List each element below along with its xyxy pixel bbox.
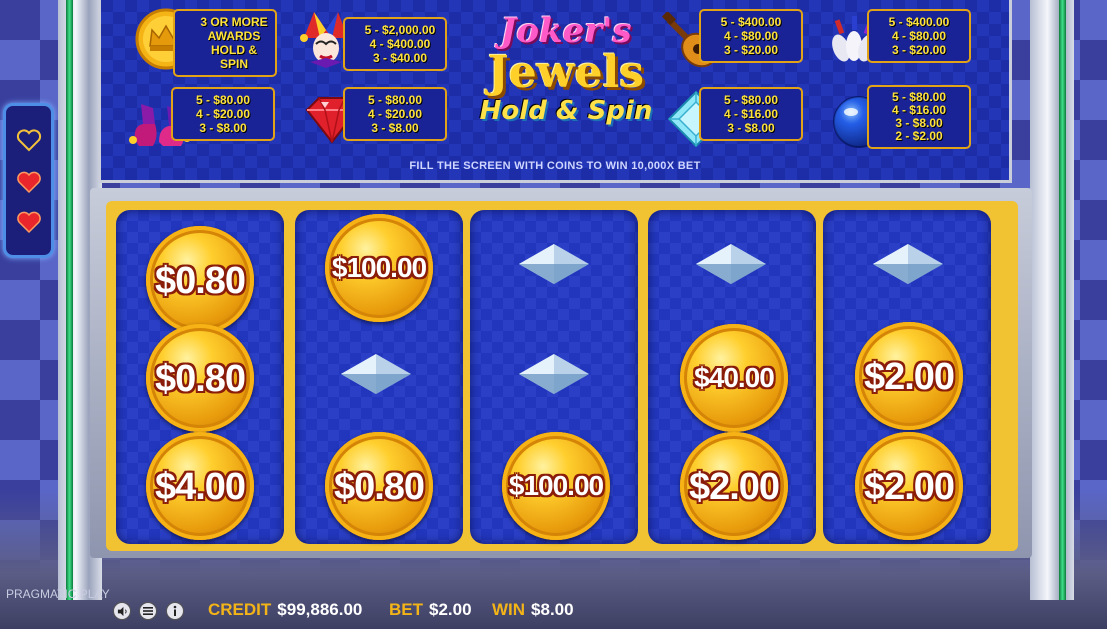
- coin-value: $40.00: [694, 362, 775, 393]
- coin-symbol: $40.00: [680, 324, 788, 432]
- logo-line-3: Hold & Spin: [479, 96, 653, 126]
- coin-symbol: $4.00: [146, 432, 254, 540]
- paytable-shoes-line: 4 - $20.00: [195, 107, 251, 121]
- paytable-pins-line: 3 - $20.00: [891, 43, 947, 57]
- paytable-ruby-line: 4 - $20.00: [367, 107, 423, 121]
- win-display: WIN $8.00: [492, 600, 574, 620]
- paytable-crown: 3 OR MORE AWARDS HOLD & SPIN: [173, 9, 277, 77]
- blank-diamond-icon: [519, 244, 589, 284]
- paytable-crown-line: 3 OR MORE: [200, 15, 268, 29]
- blank-diamond-icon: [696, 244, 766, 284]
- credit-display: CREDIT $99,886.00: [208, 600, 362, 620]
- coin-symbol: $0.80: [146, 226, 254, 334]
- lives-panel: [3, 103, 54, 258]
- paytable-diamond-line: 5 - $80.00: [723, 93, 779, 107]
- reel-5: $2.00 $2.00: [823, 210, 991, 544]
- paytable-ball: 5 - $80.00 4 - $16.00 3 - $8.00 2 - $2.0…: [867, 85, 971, 149]
- coin-value: $2.00: [688, 466, 780, 508]
- sound-button[interactable]: [113, 602, 131, 620]
- credit-label: CREDIT: [208, 600, 272, 619]
- game-logo: Joker's Jewels Hold & Spin: [471, 12, 661, 147]
- reel-3: $100.00: [470, 210, 638, 544]
- speaker-icon: [117, 606, 127, 616]
- paytable-diamond: 5 - $80.00 4 - $16.00 3 - $8.00: [699, 87, 803, 141]
- paytable-diamond-line: 4 - $16.00: [723, 107, 779, 121]
- coin-symbol: $2.00: [855, 432, 963, 540]
- logo-line-1: Joker's: [500, 11, 632, 51]
- paytable-shoes: 5 - $80.00 4 - $20.00 3 - $8.00: [171, 87, 275, 141]
- heart-empty-icon: [16, 129, 42, 152]
- paytable-pins: 5 - $400.00 4 - $80.00 3 - $20.00: [867, 9, 971, 63]
- reel-1: $0.80 $0.80 $4.00: [116, 210, 284, 544]
- blank-diamond-icon: [341, 354, 411, 394]
- coin-value: $2.00: [863, 466, 955, 508]
- provider-brand: PRAGMATIC PLAY: [6, 587, 110, 601]
- coin-symbol: $0.80: [146, 324, 254, 432]
- blank-diamond-icon: [873, 244, 943, 284]
- paytable-ruby: 5 - $80.00 4 - $20.00 3 - $8.00: [343, 87, 447, 141]
- menu-button[interactable]: [139, 602, 157, 620]
- heart-full-icon: [17, 211, 41, 234]
- paytable-joker: 5 - $2,000.00 4 - $400.00 3 - $40.00: [343, 17, 447, 71]
- coin-value: $100.00: [508, 470, 604, 501]
- bet-display: BET $2.00: [389, 600, 472, 620]
- coin-value: $100.00: [331, 252, 427, 283]
- paytable-joker-line: 4 - $400.00: [369, 37, 431, 51]
- paytable-shoes-line: 5 - $80.00: [195, 93, 251, 107]
- paytable-diamond-line: 3 - $8.00: [727, 121, 775, 135]
- paytable-crown-line: HOLD &: [211, 43, 257, 57]
- paytable-ball-line: 2 - $2.00: [895, 129, 943, 143]
- coin-symbol: $2.00: [680, 432, 788, 540]
- win-value: $8.00: [531, 600, 574, 619]
- paytable-lute-line: 3 - $20.00: [723, 43, 779, 57]
- paytable-joker-line: 3 - $40.00: [372, 51, 428, 65]
- paytable-panel: 3 OR MORE AWARDS HOLD & SPIN 5 - $2,000.…: [98, 0, 1012, 183]
- paytable-ruby-line: 3 - $8.00: [371, 121, 419, 135]
- coin-value: $4.00: [154, 466, 246, 508]
- paytable-footer: FILL THE SCREEN WITH COINS TO WIN 10,000…: [409, 160, 701, 172]
- reel-2: $100.00 $0.80: [295, 210, 463, 544]
- paytable-joker-line: 5 - $2,000.00: [364, 23, 436, 37]
- paytable-pins-line: 4 - $80.00: [891, 29, 947, 43]
- info-icon: [173, 605, 177, 616]
- coin-symbol: $100.00: [325, 214, 433, 322]
- coin-value: $0.80: [154, 358, 246, 400]
- heart-full-icon: [17, 171, 41, 194]
- bet-value: $2.00: [429, 600, 472, 619]
- paytable-lute-line: 4 - $80.00: [723, 29, 779, 43]
- paytable-pins-line: 5 - $400.00: [888, 15, 950, 29]
- coin-value: $0.80: [154, 260, 246, 302]
- win-label: WIN: [492, 600, 526, 619]
- coin-symbol: $0.80: [325, 432, 433, 540]
- logo-line-2: Jewels: [487, 47, 645, 98]
- reel-4: $40.00 $2.00: [648, 210, 816, 544]
- paytable-lute-line: 5 - $400.00: [720, 15, 782, 29]
- blank-diamond-icon: [519, 354, 589, 394]
- bet-label: BET: [389, 600, 423, 619]
- credit-value: $99,886.00: [277, 600, 363, 619]
- coin-value: $2.00: [863, 356, 955, 398]
- coin-symbol: $2.00: [855, 322, 963, 430]
- hamburger-icon: [143, 607, 153, 615]
- paytable-lute: 5 - $400.00 4 - $80.00 3 - $20.00: [699, 9, 803, 63]
- paytable-ruby-line: 5 - $80.00: [367, 93, 423, 107]
- paytable-crown-line: SPIN: [219, 57, 248, 71]
- coin-symbol: $100.00: [502, 432, 610, 540]
- frame-pillar-right: [1030, 0, 1074, 600]
- paytable-crown-line: AWARDS: [207, 29, 261, 43]
- paytable-shoes-line: 3 - $8.00: [199, 121, 247, 135]
- coin-value: $0.80: [333, 466, 425, 508]
- info-button[interactable]: [166, 602, 184, 620]
